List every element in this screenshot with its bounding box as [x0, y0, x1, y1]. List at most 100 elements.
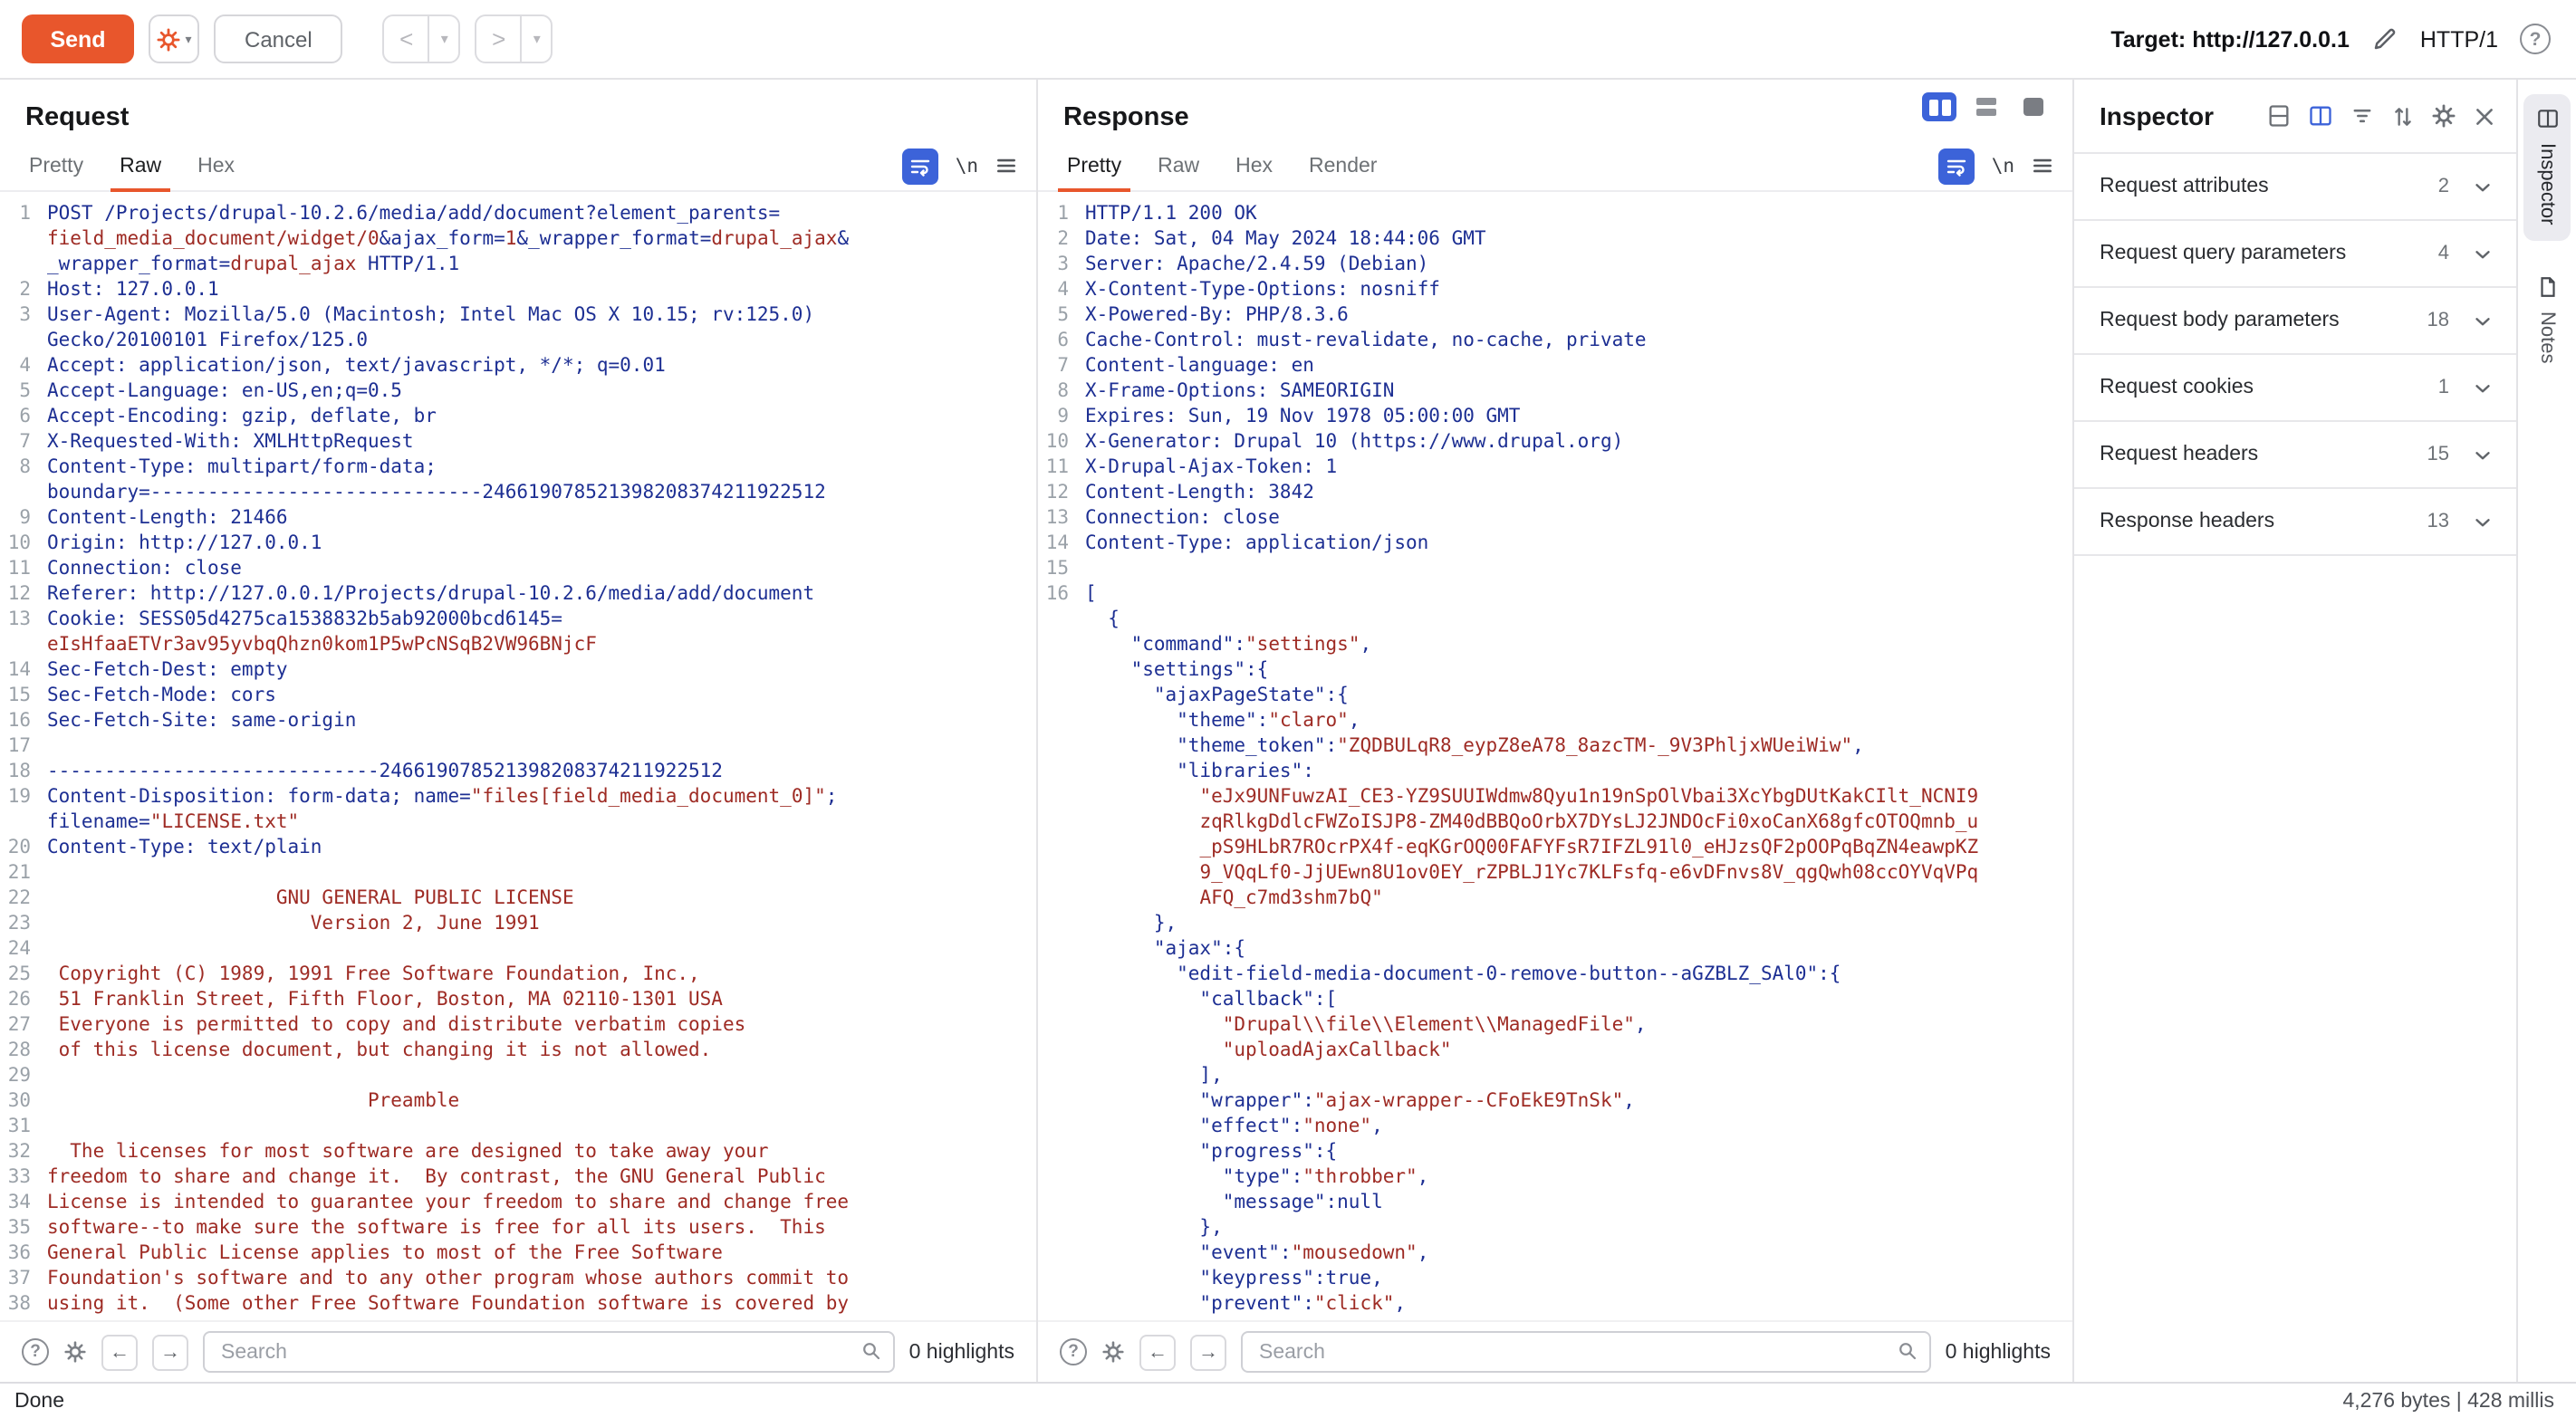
response-tabbar: PrettyRawHexRender \n: [1038, 141, 2072, 192]
inspector-sort-button[interactable]: [2391, 104, 2415, 128]
target-value: http://127.0.0.1: [2192, 26, 2350, 52]
editor-line: 9Content-Length: 21466: [0, 505, 1036, 531]
edit-target-button[interactable]: [2371, 25, 2398, 53]
protocol-label: HTTP/1: [2420, 26, 2498, 52]
editor-line: 8X-Frame-Options: SAMEORIGIN: [1038, 378, 2072, 404]
editor-line: 6Cache-Control: must-revalidate, no-cach…: [1038, 328, 2072, 353]
request-search-help-button[interactable]: ?: [22, 1338, 49, 1365]
request-menu-button[interactable]: [995, 154, 1018, 177]
editor-line: 31: [0, 1114, 1036, 1139]
inspector-section-request-headers[interactable]: Request headers15: [2074, 422, 2516, 489]
inspector-section-label: Request attributes: [2100, 176, 2269, 197]
response-search-input[interactable]: [1241, 1331, 1931, 1373]
inspector-layout-rows-button[interactable]: [2266, 103, 2292, 129]
editor-line: field_media_document/widget/0&ajax_form=…: [0, 226, 1036, 252]
tab-pretty[interactable]: Pretty: [1049, 141, 1139, 190]
request-tabbar: PrettyRawHex \n: [0, 141, 1036, 192]
editor-line: "eJx9UNFuwzAI_CE3-YZ9SUUIWdmw8Qyu1n19nSp…: [1038, 784, 2072, 810]
side-tab-inspector[interactable]: Inspector: [2523, 94, 2571, 242]
inspector-collapse-all-button[interactable]: [2350, 103, 2375, 129]
editor-line: "libraries":: [1038, 759, 2072, 784]
response-editor[interactable]: 1HTTP/1.1 200 OK2Date: Sat, 04 May 2024 …: [1038, 192, 2072, 1320]
inspector-section-request-attributes[interactable]: Request attributes2: [2074, 154, 2516, 221]
editor-line: 5Accept-Language: en-US,en;q=0.5: [0, 378, 1036, 404]
request-search-prev-button[interactable]: ←: [101, 1334, 138, 1370]
request-newline-toggle[interactable]: \n: [956, 155, 978, 177]
inspector-settings-button[interactable]: [2431, 103, 2456, 129]
response-search-prev-button[interactable]: ←: [1139, 1334, 1176, 1370]
editor-line: _wrapper_format=drupal_ajax HTTP/1.1: [0, 252, 1036, 277]
editor-line: 3User-Agent: Mozilla/5.0 (Macintosh; Int…: [0, 302, 1036, 328]
response-tab-tools: \n: [1939, 148, 2054, 184]
inspector-section-count: 1: [2438, 377, 2449, 398]
editor-line: "event":"mousedown",: [1038, 1241, 2072, 1266]
gear-icon: [63, 1340, 87, 1364]
cancel-button[interactable]: Cancel: [214, 14, 343, 63]
editor-line: ],: [1038, 1063, 2072, 1088]
hamburger-icon: [2031, 154, 2054, 177]
editor-line: 29: [0, 1063, 1036, 1088]
response-wrap-button[interactable]: [1939, 148, 1975, 184]
forward-button[interactable]: >: [477, 16, 521, 62]
inspector-sections: Request attributes2Request query paramet…: [2074, 152, 2516, 556]
editor-line: 36General Public License applies to most…: [0, 1241, 1036, 1266]
send-settings-button[interactable]: ▾: [149, 14, 199, 63]
editor-line: {: [1038, 607, 2072, 632]
response-newline-toggle[interactable]: \n: [1992, 155, 2014, 177]
editor-line: 15: [1038, 556, 2072, 581]
hamburger-icon: [995, 154, 1018, 177]
chevron-down-icon: [2471, 443, 2494, 466]
arrow-left-icon: ←: [110, 1341, 130, 1363]
tab-raw[interactable]: Raw: [1139, 141, 1217, 190]
editor-line: "progress":{: [1038, 1139, 2072, 1164]
editor-line: "type":"throbber",: [1038, 1164, 2072, 1190]
toolbar: Send ▾ Cancel < ▾ > ▾ Target: http://127…: [0, 0, 2576, 80]
inspector-header: Inspector: [2074, 80, 2516, 152]
editor-line: 16Sec-Fetch-Site: same-origin: [0, 708, 1036, 733]
help-button[interactable]: ?: [2520, 24, 2551, 54]
request-editor[interactable]: 1POST /Projects/drupal-10.2.6/media/add/…: [0, 192, 1036, 1320]
back-dropdown-button[interactable]: ▾: [428, 16, 459, 62]
inspector-layout-columns-button[interactable]: [2308, 103, 2333, 129]
target-display: Target: http://127.0.0.1: [2110, 26, 2350, 52]
editor-line: 25 Copyright (C) 1989, 1991 Free Softwar…: [0, 962, 1036, 987]
editor-line: 1POST /Projects/drupal-10.2.6/media/add/…: [0, 201, 1036, 226]
request-search-next-button[interactable]: →: [152, 1334, 188, 1370]
send-button[interactable]: Send: [22, 14, 134, 63]
request-search-input[interactable]: [203, 1331, 895, 1373]
inspector-section-response-headers[interactable]: Response headers13: [2074, 489, 2516, 556]
up-down-arrows-icon: [2391, 104, 2415, 128]
response-search-next-button[interactable]: →: [1190, 1334, 1226, 1370]
layout-rows-button[interactable]: [1969, 92, 2004, 121]
inspector-close-button[interactable]: [2473, 104, 2496, 128]
tab-pretty[interactable]: Pretty: [11, 141, 101, 190]
inspector-panel-icon: [2535, 107, 2559, 130]
tab-hex[interactable]: Hex: [1217, 141, 1291, 190]
tab-raw[interactable]: Raw: [101, 141, 179, 190]
side-tab-label: Notes: [2536, 312, 2558, 365]
editor-line: 11Connection: close: [0, 556, 1036, 581]
inspector-section-count: 18: [2427, 310, 2450, 331]
tab-hex[interactable]: Hex: [179, 141, 253, 190]
response-menu-button[interactable]: [2031, 154, 2054, 177]
side-tab-notes[interactable]: Notes: [2523, 263, 2571, 381]
inspector-section-request-cookies[interactable]: Request cookies1: [2074, 355, 2516, 422]
response-highlights-label: 0 highlights: [1946, 1341, 2051, 1363]
response-search-help-button[interactable]: ?: [1060, 1338, 1087, 1365]
forward-dropdown-button[interactable]: ▾: [521, 16, 552, 62]
response-search-settings-button[interactable]: [1101, 1340, 1125, 1364]
inspector-section-request-query-parameters[interactable]: Request query parameters 4: [2074, 221, 2516, 288]
layout-columns-button[interactable]: [1922, 92, 1956, 121]
editor-line: "edit-field-media-document-0-remove-butt…: [1038, 962, 2072, 987]
inspector-section-request-body-parameters[interactable]: Request body parameters18: [2074, 288, 2516, 355]
layout-single-button[interactable]: [2016, 92, 2051, 121]
inspector-section-count: 4: [2438, 243, 2449, 264]
wrap-text-icon: [910, 155, 932, 177]
inspector-section-label: Request query parameters: [2100, 243, 2346, 264]
editor-line: 33freedom to share and change it. By con…: [0, 1164, 1036, 1190]
back-button[interactable]: <: [385, 16, 428, 62]
request-search-settings-button[interactable]: [63, 1340, 87, 1364]
request-wrap-button[interactable]: [903, 148, 939, 184]
editor-line: 37Foundation's software and to any other…: [0, 1266, 1036, 1291]
tab-render[interactable]: Render: [1291, 141, 1395, 190]
